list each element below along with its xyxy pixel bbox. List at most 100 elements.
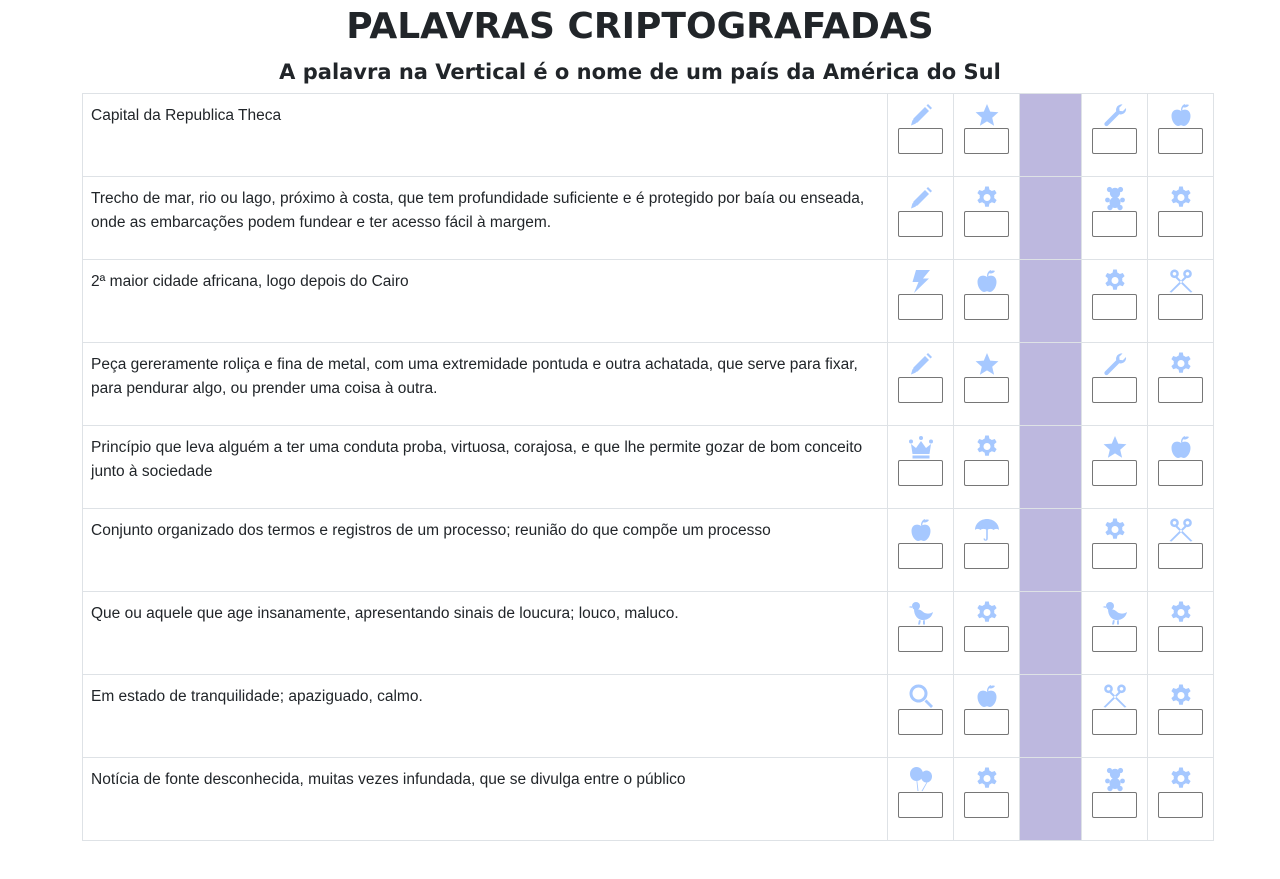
letter-input[interactable] [898, 626, 943, 652]
letter-input[interactable] [964, 543, 1009, 569]
letter-input[interactable] [964, 626, 1009, 652]
letter-cell [1147, 674, 1214, 758]
letter-input[interactable] [898, 211, 943, 237]
clue-text: Que ou aquele que age insanamente, apres… [82, 591, 888, 675]
balloons-icon [909, 767, 932, 792]
letter-cell [1081, 259, 1148, 343]
clue-text: Capital da Republica Theca [82, 93, 888, 177]
letter-cell [887, 591, 954, 675]
clue-text: Trecho de mar, rio ou lago, próximo à co… [82, 176, 888, 260]
letter-cell [1147, 176, 1214, 260]
scissors-icon [1103, 684, 1126, 708]
letter-input[interactable] [964, 792, 1009, 818]
letter-input[interactable] [1158, 543, 1203, 569]
letter-cell [887, 674, 954, 758]
letter-cell [887, 176, 954, 260]
gear-icon [976, 767, 997, 788]
letter-cell [887, 259, 954, 343]
apple-icon [977, 685, 996, 707]
letter-input[interactable] [964, 294, 1009, 320]
vertical-word-cell [1019, 93, 1082, 177]
pencil-icon [910, 353, 932, 375]
gear-icon [976, 601, 997, 622]
letter-cell [887, 342, 954, 426]
letter-input[interactable] [1158, 377, 1203, 403]
letter-cell [887, 508, 954, 592]
letter-input[interactable] [1092, 543, 1137, 569]
puzzle-row: Que ou aquele que age insanamente, apres… [82, 591, 1214, 675]
letter-cell [1147, 93, 1214, 177]
teddy-bear-icon [1104, 767, 1125, 792]
puzzle-row: 2ª maior cidade africana, logo depois do… [82, 259, 1214, 343]
vertical-word-cell [1019, 259, 1082, 343]
apple-icon [911, 519, 930, 541]
page-subtitle: A palavra na Vertical é o nome de um paí… [279, 60, 1001, 84]
letter-input[interactable] [1092, 128, 1137, 154]
letter-input[interactable] [898, 543, 943, 569]
letter-cell [1081, 757, 1148, 841]
apple-icon [977, 270, 996, 292]
letter-input[interactable] [1092, 294, 1137, 320]
letter-cell [1081, 508, 1148, 592]
star-icon [975, 104, 998, 126]
letter-cell [1147, 591, 1214, 675]
letter-cell [1081, 93, 1148, 177]
letter-input[interactable] [964, 211, 1009, 237]
letter-input[interactable] [1092, 211, 1137, 237]
lightning-icon [912, 270, 930, 293]
wrench-icon [1103, 104, 1126, 127]
letter-cell [887, 425, 954, 509]
gear-icon [1170, 186, 1191, 207]
letter-input[interactable] [964, 709, 1009, 735]
letter-input[interactable] [1158, 792, 1203, 818]
vertical-word-cell [1019, 591, 1082, 675]
letter-input[interactable] [898, 377, 943, 403]
letter-input[interactable] [1092, 792, 1137, 818]
letter-input[interactable] [898, 294, 943, 320]
letter-input[interactable] [1092, 460, 1137, 486]
teddy-bear-icon [1104, 186, 1125, 211]
letter-input[interactable] [1158, 211, 1203, 237]
puzzle-table: Capital da Republica Theca Trecho de mar,… [82, 93, 1214, 841]
letter-input[interactable] [964, 377, 1009, 403]
letter-cell [1147, 425, 1214, 509]
puzzle-row: Princípio que leva alguém a ter uma cond… [82, 425, 1214, 509]
letter-cell [953, 508, 1020, 592]
gear-icon [976, 186, 997, 207]
pencil-icon [910, 187, 932, 209]
letter-input[interactable] [1158, 626, 1203, 652]
letter-input[interactable] [964, 460, 1009, 486]
star-icon [975, 353, 998, 375]
letter-cell [1081, 674, 1148, 758]
letter-input[interactable] [1158, 294, 1203, 320]
letter-cell [953, 674, 1020, 758]
apple-icon [1171, 436, 1190, 458]
vertical-word-cell [1019, 757, 1082, 841]
letter-input[interactable] [1092, 626, 1137, 652]
letter-input[interactable] [1158, 709, 1203, 735]
bird-icon [908, 602, 933, 625]
letter-input[interactable] [1092, 709, 1137, 735]
puzzle-row: Conjunto organizado dos termos e registr… [82, 508, 1214, 592]
pencil-icon [910, 104, 932, 126]
gear-icon [1170, 767, 1191, 788]
letter-input[interactable] [1158, 460, 1203, 486]
letter-cell [1081, 176, 1148, 260]
letter-input[interactable] [898, 792, 943, 818]
letter-cell [953, 93, 1020, 177]
clue-text: Notícia de fonte desconhecida, muitas ve… [82, 757, 888, 841]
letter-cell [953, 342, 1020, 426]
letter-input[interactable] [1092, 377, 1137, 403]
crown-icon [908, 436, 933, 459]
magnifier-icon [909, 684, 933, 708]
clue-text: Peça gereramente roliça e fina de metal,… [82, 342, 888, 426]
letter-input[interactable] [898, 460, 943, 486]
letter-input[interactable] [898, 709, 943, 735]
letter-input[interactable] [964, 128, 1009, 154]
letter-cell [1147, 342, 1214, 426]
letter-input[interactable] [898, 128, 943, 154]
letter-cell [953, 259, 1020, 343]
letter-cell [887, 757, 954, 841]
letter-input[interactable] [1158, 128, 1203, 154]
vertical-word-cell [1019, 176, 1082, 260]
